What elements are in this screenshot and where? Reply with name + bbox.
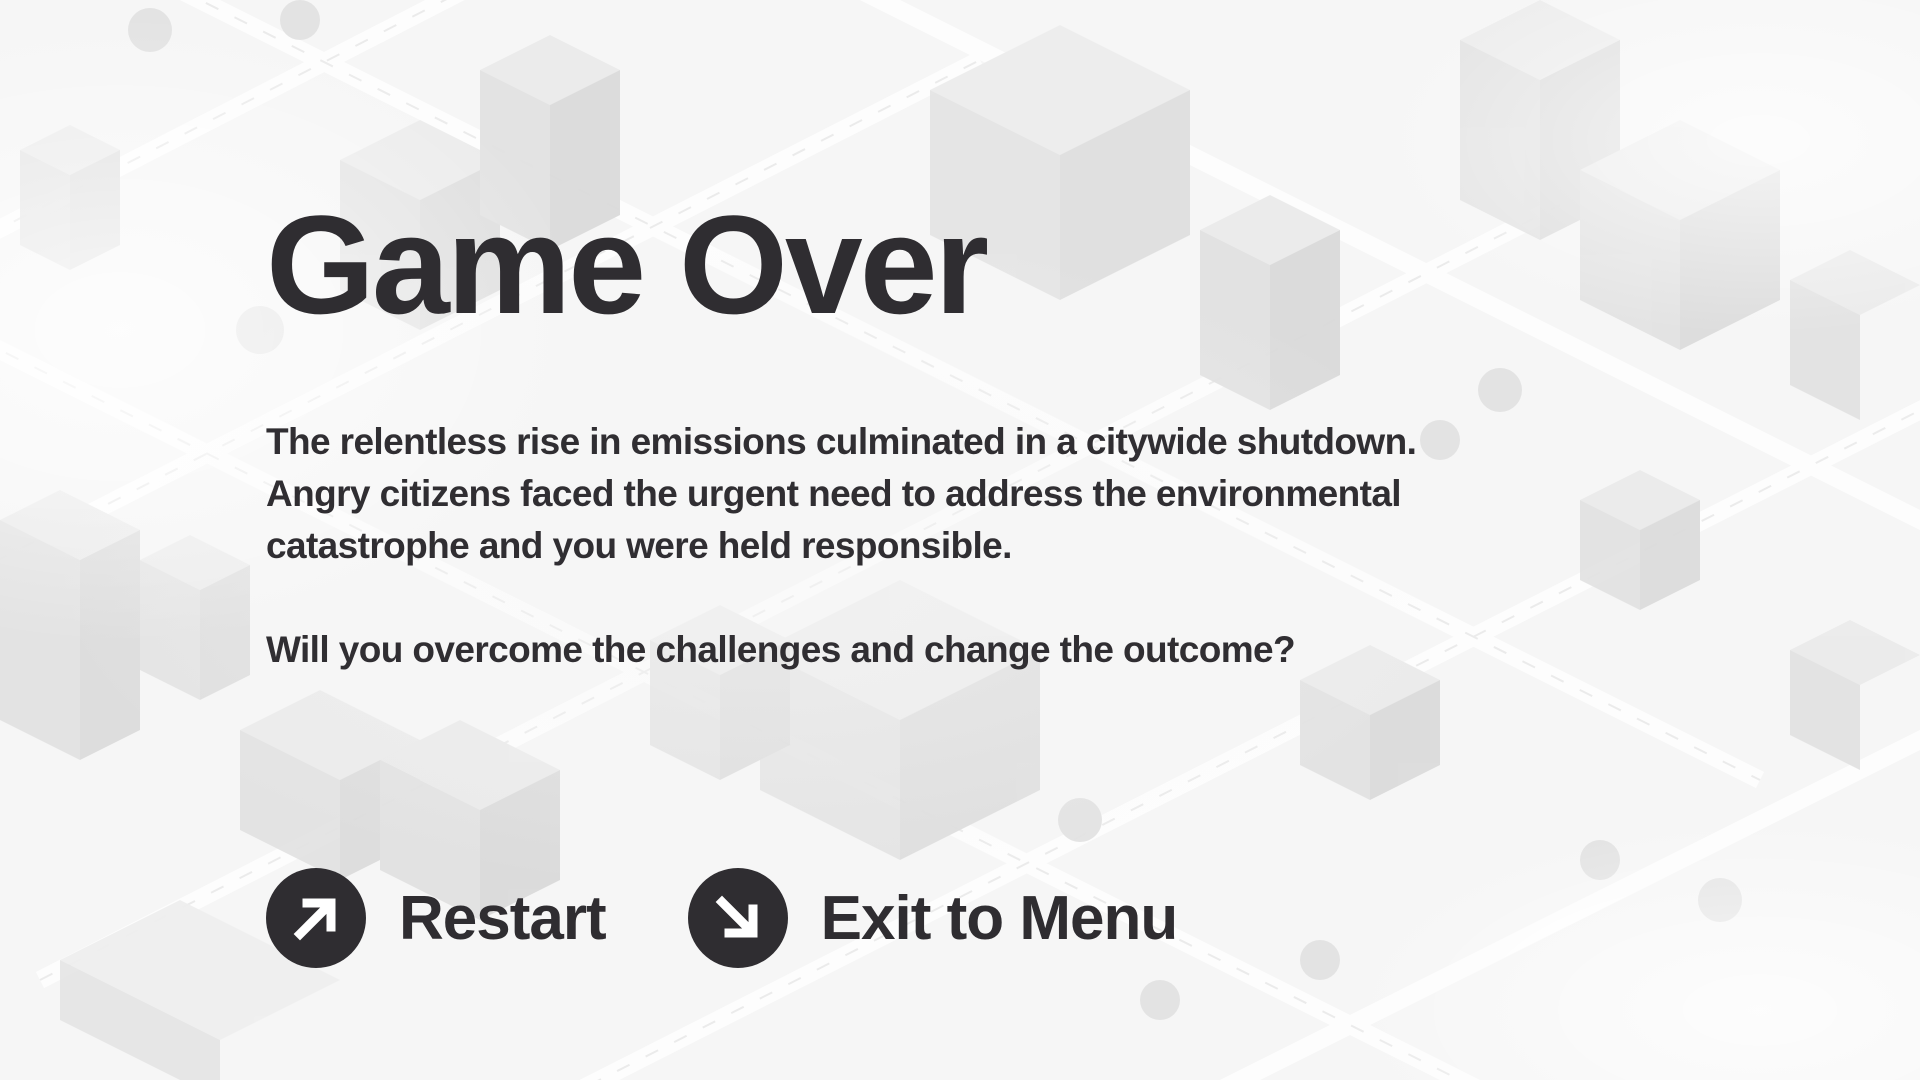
exit-to-menu-button[interactable]: Exit to Menu xyxy=(687,868,1179,968)
game-over-content: Game Over The relentless rise in emissio… xyxy=(266,190,1566,676)
outcome-description: The relentless rise in emissions culmina… xyxy=(266,421,1417,566)
game-over-message: The relentless rise in emissions culmina… xyxy=(266,416,1486,676)
game-over-screen: Game Over The relentless rise in emissio… xyxy=(0,0,1920,1080)
retry-prompt: Will you overcome the challenges and cha… xyxy=(266,629,1296,670)
game-over-title: Game Over xyxy=(266,186,989,343)
game-over-actions: Restart Exit to Menu xyxy=(266,868,1179,968)
exit-to-menu-label: Exit to Menu xyxy=(820,883,1179,953)
restart-label: Restart xyxy=(399,883,607,953)
restart-button[interactable]: Restart xyxy=(266,868,607,968)
arrow-down-right-icon xyxy=(687,868,788,968)
arrow-up-right-icon xyxy=(266,868,366,968)
